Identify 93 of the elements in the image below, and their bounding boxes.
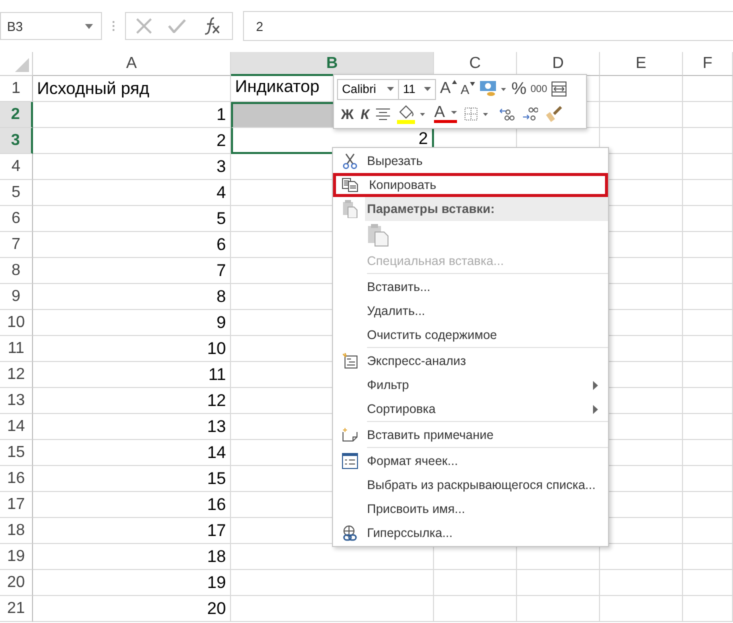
table-cell: 13 [33, 414, 231, 440]
row-header[interactable]: 3 [0, 128, 33, 154]
globe-link-icon [342, 525, 358, 541]
merge-cells-icon[interactable] [551, 81, 568, 97]
table-cell: 10 [33, 336, 231, 362]
table-cell: 16 [33, 492, 231, 518]
table-cell: 18 [33, 544, 231, 570]
formula-field[interactable]: 2 [243, 11, 733, 41]
submenu-arrow-icon [593, 404, 598, 414]
column-header[interactable]: E [600, 52, 683, 76]
menu-section-header: Параметры вставки: [365, 197, 608, 221]
caret-icon [424, 87, 431, 91]
row-header[interactable]: 10 [0, 310, 33, 336]
row-header[interactable]: 17 [0, 492, 33, 518]
fill-color-icon[interactable] [397, 104, 428, 124]
menu-item[interactable]: Сортировка [365, 397, 608, 421]
menu-item[interactable]: Формат ячеек... [365, 449, 608, 473]
italic-button[interactable]: К [360, 106, 370, 122]
name-box[interactable]: B3 [0, 12, 102, 40]
function-icon[interactable] [202, 16, 222, 36]
check-icon[interactable] [168, 19, 186, 33]
table-cell: 9 [33, 310, 231, 336]
quick-analysis-icon [342, 353, 358, 369]
row-header[interactable]: 5 [0, 180, 33, 206]
row-header[interactable]: 2 [0, 102, 33, 128]
caret-icon [387, 87, 394, 91]
align-center-icon[interactable] [376, 108, 390, 120]
column-header[interactable]: A [33, 52, 231, 76]
thousands-button[interactable]: 000 [530, 84, 548, 94]
menu-item[interactable]: Экспресс-анализ [365, 349, 608, 373]
row-header[interactable]: 15 [0, 440, 33, 466]
row-header[interactable]: 20 [0, 570, 33, 596]
down-triangle-icon [470, 82, 476, 86]
row-header[interactable]: 8 [0, 258, 33, 284]
menu-item[interactable]: Гиперссылка... [365, 521, 608, 545]
table-cell: 2 [33, 128, 231, 154]
decrease-decimal-icon[interactable] [522, 106, 538, 122]
menu-item[interactable]: Копировать [333, 173, 608, 197]
scissors-icon [342, 153, 358, 169]
row-header[interactable]: 13 [0, 388, 33, 414]
table-cell: 14 [33, 440, 231, 466]
table-cell: 7 [33, 258, 231, 284]
row-header[interactable]: 11 [0, 336, 33, 362]
paintbrush-icon[interactable] [544, 105, 563, 123]
row-header[interactable]: 16 [0, 466, 33, 492]
format-cells-icon [342, 453, 358, 469]
menu-item[interactable]: Присвоить имя... [365, 497, 608, 521]
table-cell: 15 [33, 466, 231, 492]
table-cell: 5 [33, 206, 231, 232]
row-header[interactable]: 21 [0, 596, 33, 622]
caret-icon [85, 24, 93, 28]
table-cell: 20 [33, 596, 231, 622]
font-size-dropdown[interactable]: 11 [398, 78, 436, 100]
table-cell: 8 [33, 284, 231, 310]
up-triangle-icon [452, 80, 457, 84]
menu-item[interactable]: Вставить... [365, 275, 608, 299]
caret-icon [450, 111, 457, 114]
table-cell: 4 [33, 180, 231, 206]
note-icon [342, 428, 358, 442]
font-color-button[interactable]: A [434, 105, 457, 123]
dots-icon [112, 20, 115, 32]
menu-item[interactable]: Очистить содержимое [365, 323, 608, 347]
font-dropdown[interactable]: Calibri [337, 78, 399, 100]
table-cell: 11 [33, 362, 231, 388]
table-cell: 6 [33, 232, 231, 258]
menu-item[interactable]: Удалить... [365, 299, 608, 323]
copy-icon [342, 178, 358, 192]
column-header[interactable]: F [683, 52, 733, 76]
row-header[interactable]: 18 [0, 518, 33, 544]
row-header[interactable]: 19 [0, 544, 33, 570]
money-format-icon[interactable] [479, 80, 508, 98]
table-cell: 12 [33, 388, 231, 414]
table-cell: 17 [33, 518, 231, 544]
row-header[interactable]: 9 [0, 284, 33, 310]
submenu-arrow-icon [593, 380, 598, 390]
increase-decimal-icon[interactable] [498, 106, 515, 122]
row-header[interactable]: 12 [0, 362, 33, 388]
bold-button[interactable]: Ж [341, 106, 354, 122]
row-header[interactable]: 4 [0, 154, 33, 180]
table-cell: 3 [33, 154, 231, 180]
table-cell: Исходный ряд [33, 76, 231, 102]
table-cell: 19 [33, 570, 231, 596]
shrink-font-button[interactable]: A [460, 82, 476, 96]
row-header[interactable]: 7 [0, 232, 33, 258]
column-header[interactable]: B [231, 52, 434, 76]
clipboard-icon [342, 200, 358, 218]
menu-item[interactable]: Фильтр [365, 373, 608, 397]
row-header[interactable]: 6 [0, 206, 33, 232]
menu-item[interactable]: Вставить примечание [365, 423, 608, 447]
menu-item[interactable]: Выбрать из раскрывающегося списка... [365, 473, 608, 497]
grow-font-button[interactable]: A [440, 80, 457, 98]
percent-button[interactable]: % [511, 79, 526, 99]
row-header[interactable]: 14 [0, 414, 33, 440]
